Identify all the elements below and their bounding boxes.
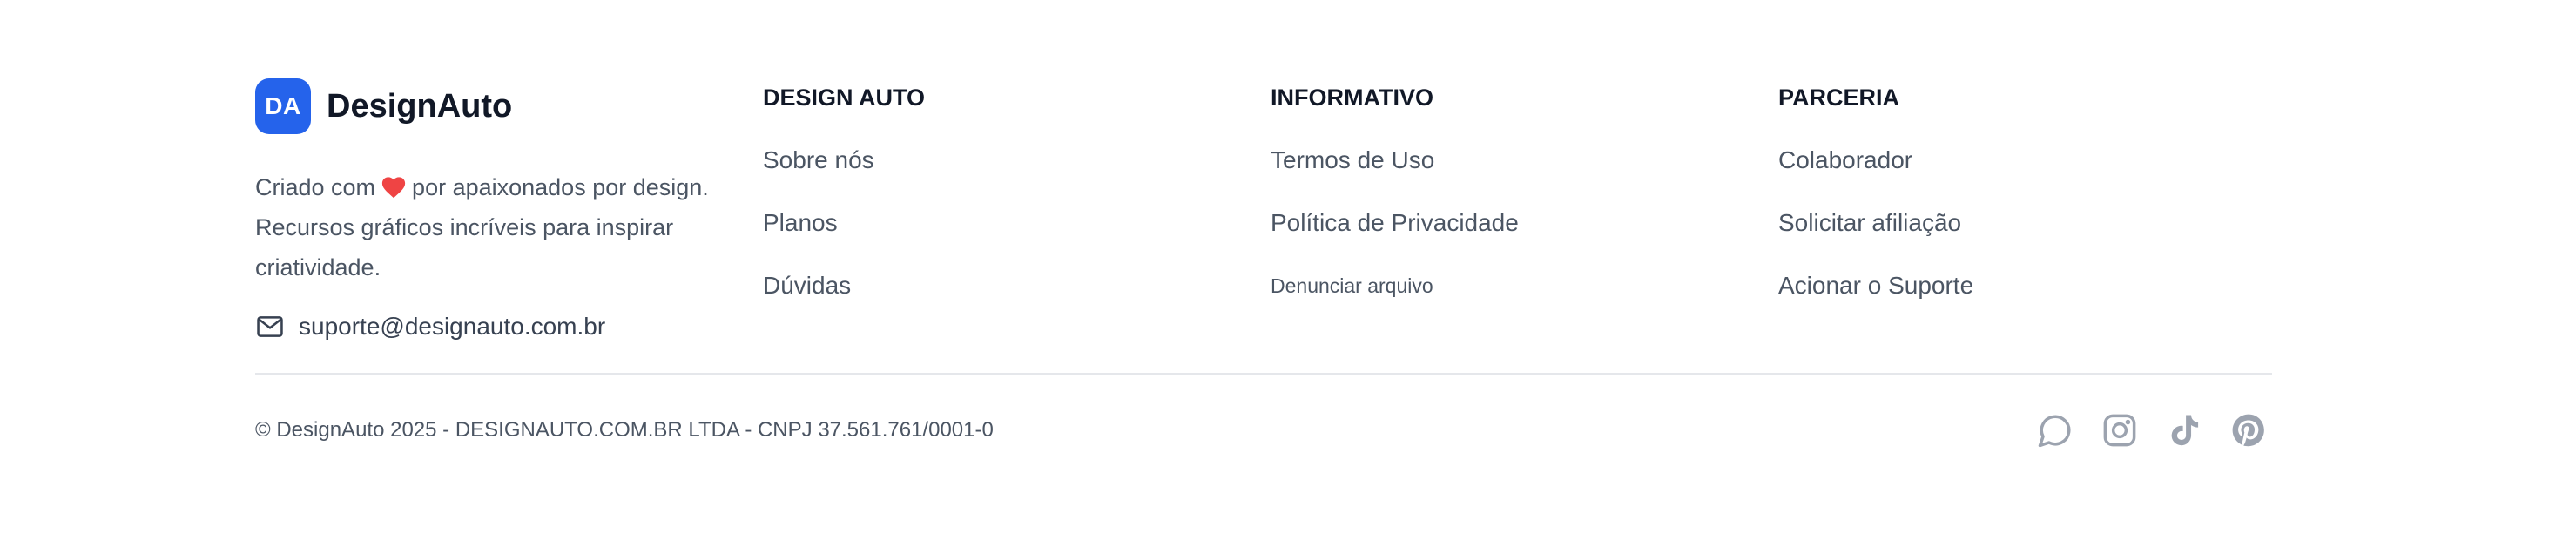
footer-column-informativo: INFORMATIVO Termos de Uso Política de Pr… [1271, 77, 1778, 328]
link-acionar-suporte[interactable]: Acionar o Suporte [1778, 272, 1973, 299]
list-item: Solicitar afiliação [1778, 202, 2272, 265]
link-sobre-nos[interactable]: Sobre nós [763, 146, 874, 173]
column-heading: PARCERIA [1778, 84, 1900, 111]
link-colaborador[interactable]: Colaborador [1778, 146, 1912, 173]
support-email[interactable]: suporte@designauto.com.br [255, 312, 763, 341]
brand-logo[interactable]: DA DesignAuto [255, 77, 763, 136]
link-politica-de-privacidade[interactable]: Política de Privacidade [1271, 209, 1519, 236]
list-item: Colaborador [1778, 139, 2272, 202]
link-duvidas[interactable]: Dúvidas [763, 272, 851, 299]
pinterest-icon [2232, 414, 2264, 447]
brand-column: DA DesignAuto Criado com por apaixonados … [255, 77, 763, 341]
pinterest-link[interactable] [2230, 412, 2267, 449]
instagram-icon [2103, 414, 2136, 447]
list-item: Dúvidas [763, 265, 1271, 328]
footer-container: DA DesignAuto Criado com por apaixonados … [255, 77, 2272, 456]
footer-divider [255, 373, 2272, 375]
column-heading: DESIGN AUTO [763, 84, 926, 111]
link-list: Sobre nós Planos Dúvidas [763, 139, 1271, 328]
tagline-start: Criado com [255, 174, 376, 200]
link-denunciar-arquivo[interactable]: Denunciar arquivo [1271, 274, 1433, 297]
mail-icon [257, 316, 283, 337]
tiktok-icon [2171, 415, 2199, 446]
link-solicitar-afiliacao[interactable]: Solicitar afiliação [1778, 209, 1961, 236]
link-list: Termos de Uso Política de Privacidade De… [1271, 139, 1778, 328]
list-item: Planos [763, 202, 1271, 265]
link-planos[interactable]: Planos [763, 209, 838, 236]
list-item: Sobre nós [763, 139, 1271, 202]
footer-column-design-auto: DESIGN AUTO Sobre nós Planos Dúvidas [763, 77, 1271, 328]
site-footer: DA DesignAuto Criado com por apaixonados … [0, 0, 2576, 554]
list-item: Denunciar arquivo [1271, 265, 1778, 328]
link-list: Colaborador Solicitar afiliação Acionar … [1778, 139, 2272, 328]
brand-tagline: Criado com por apaixonados por design. Re… [255, 167, 743, 287]
logo-badge: DA [255, 78, 311, 134]
instagram-link[interactable] [2101, 412, 2138, 449]
social-links [2037, 412, 2267, 449]
support-email-text: suporte@designauto.com.br [299, 313, 606, 340]
column-heading: INFORMATIVO [1271, 84, 1433, 111]
footer-top-row: DA DesignAuto Criado com por apaixonados … [255, 77, 2272, 355]
list-item: Política de Privacidade [1271, 202, 1778, 265]
list-item: Termos de Uso [1271, 139, 1778, 202]
chat-icon [2038, 415, 2071, 448]
footer-bottom-row: © DesignAuto 2025 - DESIGNAUTO.COM.BR LT… [255, 404, 2272, 456]
tiktok-link[interactable] [2166, 412, 2202, 449]
brand-name: DesignAuto [327, 87, 513, 125]
chat-link[interactable] [2037, 412, 2074, 449]
link-termos-de-uso[interactable]: Termos de Uso [1271, 146, 1434, 173]
footer-column-parceria: PARCERIA Colaborador Solicitar afiliação… [1778, 77, 2272, 328]
copyright-text: © DesignAuto 2025 - DESIGNAUTO.COM.BR LT… [255, 418, 994, 442]
heart-icon [381, 177, 406, 199]
list-item: Acionar o Suporte [1778, 265, 2272, 328]
